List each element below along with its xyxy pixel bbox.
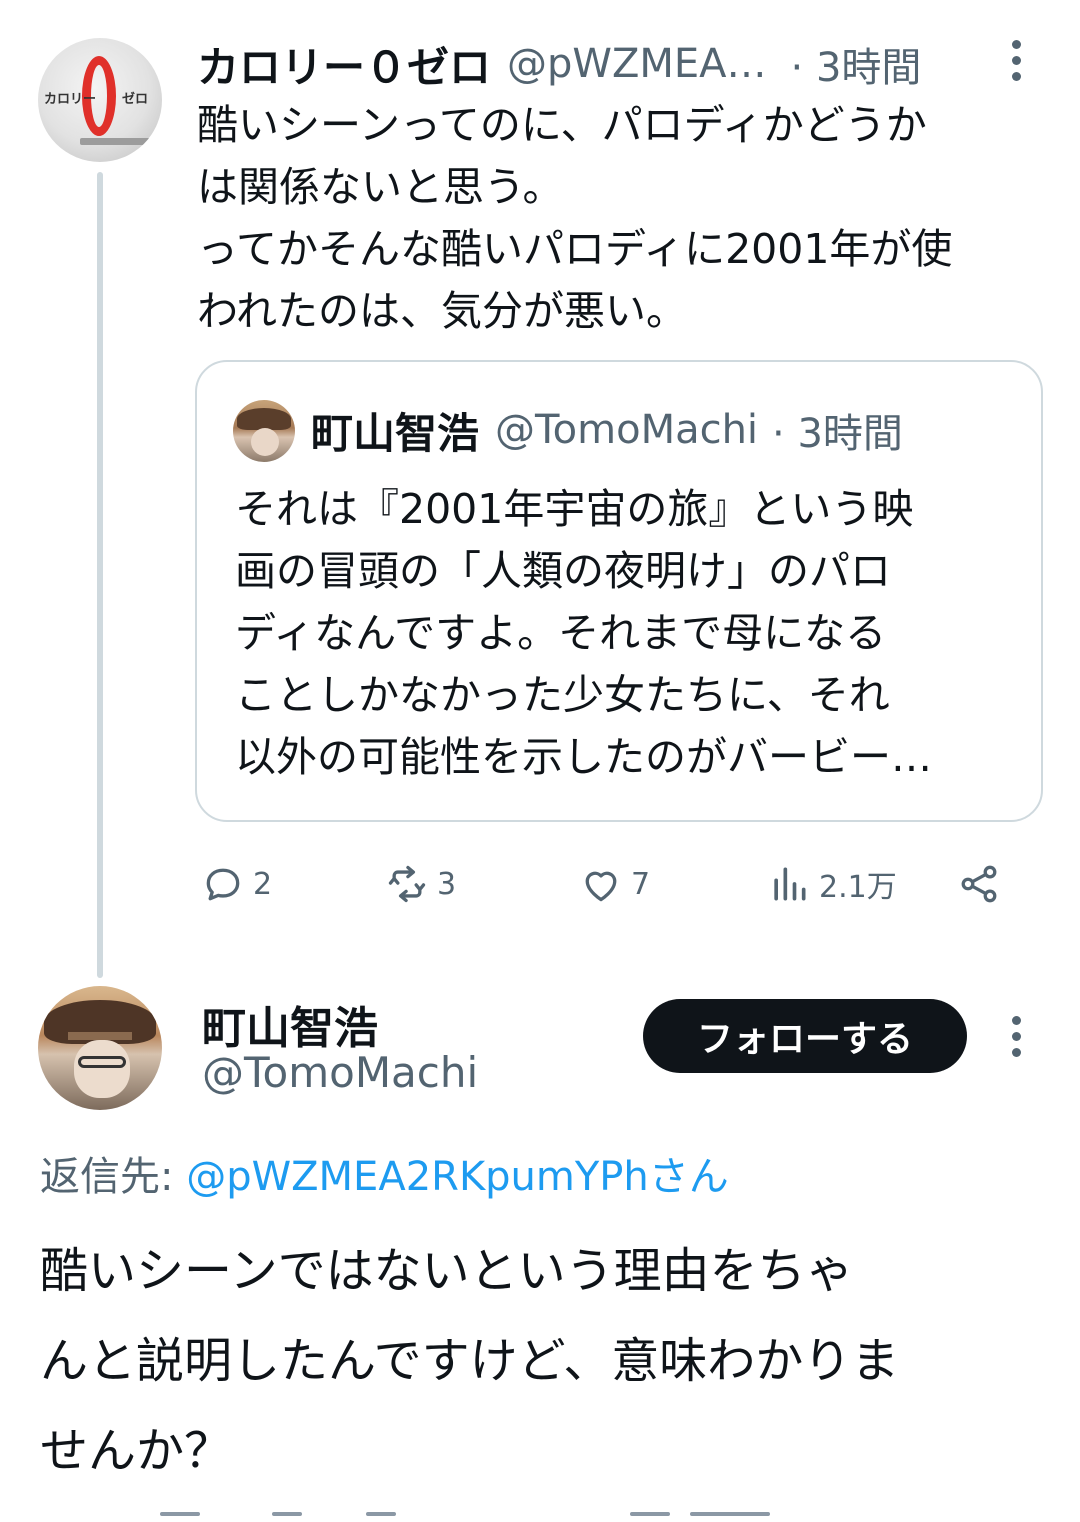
quoted-tweet-card[interactable]: 町山智浩 @TomoMachi · 3時間 それは『2001年宇宙の旅』という映… (195, 360, 1043, 822)
quoted-text-line: それは『2001年宇宙の旅』という映 (235, 485, 914, 533)
tweet-text-line: は関係ないと思う。 (197, 163, 564, 211)
quoted-text-line: 以外の可能性を示したのがバービー… (235, 733, 932, 781)
tweet-text-line: われたのは、気分が悪い。 (197, 287, 687, 335)
quoted-text-line: 画の冒頭の「人類の夜明け」のパロ (235, 547, 891, 595)
display-name[interactable]: カロリー０ゼロ (197, 34, 491, 95)
retweet-count: 3 (437, 866, 457, 902)
tweet-text: 酷いシーンではないという理由をちゃ んと説明したんですけど、意味わかりま せんか… (40, 1226, 1050, 1496)
reply-to-line: 返信先: @pWZMEA2RKpumYPhさん (40, 1144, 729, 1202)
more-icon[interactable] (1011, 40, 1021, 81)
more-icon[interactable] (1011, 1016, 1021, 1057)
reply-to-label: 返信先: (40, 1154, 187, 1200)
views-count: 2.1万 (819, 870, 897, 905)
like-button[interactable]: 7 (579, 852, 650, 916)
reply-button[interactable]: 2 (201, 852, 272, 916)
user-handle[interactable]: @TomoMachi (202, 1048, 478, 1097)
views-icon (774, 867, 806, 901)
quoted-text-line: ことしかなかった少女たちに、それ (235, 671, 890, 719)
quoted-tweet-text: それは『2001年宇宙の旅』という映 画の冒頭の「人類の夜明け」のパロ ディなん… (235, 478, 1015, 788)
reply-icon (206, 868, 240, 901)
quoted-text-line: ディなんですよ。それまで母になる (235, 609, 887, 657)
views-button[interactable]: 2.1万 (767, 852, 897, 916)
display-name[interactable]: 町山智浩 (202, 992, 378, 1056)
share-icon (961, 865, 997, 903)
heart-icon (585, 871, 617, 902)
avatar[interactable] (38, 986, 162, 1110)
tweet-text-line: せんか？ (40, 1423, 233, 1479)
avatar-logo-text-left: カロリー (44, 92, 97, 107)
tweet-text-line: んと説明したんですけど、意味わかりま (40, 1333, 900, 1389)
reply-to-mention-link[interactable]: @pWZMEA2RKpumYPhさん (186, 1154, 729, 1200)
retweet-icon (388, 865, 426, 903)
follow-button[interactable]: フォローする (643, 999, 967, 1073)
tweet-text-line: 酷いシーンではないという理由をちゃ (40, 1243, 854, 1299)
quoted-avatar (233, 400, 295, 462)
avatar[interactable]: カロリー ゼロ (38, 38, 162, 162)
quoted-tweet-time: · 3時間 (772, 411, 903, 457)
tweet-action-bar: 2 3 7 2.1万 (197, 852, 1017, 916)
tweet-text-line: 酷いシーンってのに、パロディかどうか (197, 101, 927, 149)
tweet-text: 酷いシーンってのに、パロディかどうか は関係ないと思う。 ってかそんな酷いパロデ… (197, 94, 1047, 342)
retweet-button[interactable]: 3 (385, 852, 456, 916)
share-button[interactable] (957, 852, 1001, 916)
like-count: 7 (631, 866, 651, 902)
tweet-time[interactable]: · 3時間 (791, 35, 922, 93)
thread-connector-line (97, 172, 103, 978)
reply-count: 2 (253, 866, 273, 902)
avatar-logo-text-right: ゼロ (122, 92, 149, 107)
tweet-text-line: ってかそんな酷いパロディに2001年が使 (197, 225, 953, 273)
avatar-logo-subtext (80, 138, 150, 145)
quoted-user-handle: @TomoMachi (495, 407, 759, 453)
quoted-tweet-header: 町山智浩 @TomoMachi · 3時間 (311, 400, 903, 460)
tweet-header: カロリー０ゼロ @pWZMEA… · 3時間 (197, 36, 921, 92)
cut-off-text-row (40, 1508, 1040, 1522)
user-handle[interactable]: @pWZMEA… (507, 41, 767, 87)
quoted-display-name: 町山智浩 (311, 408, 480, 458)
